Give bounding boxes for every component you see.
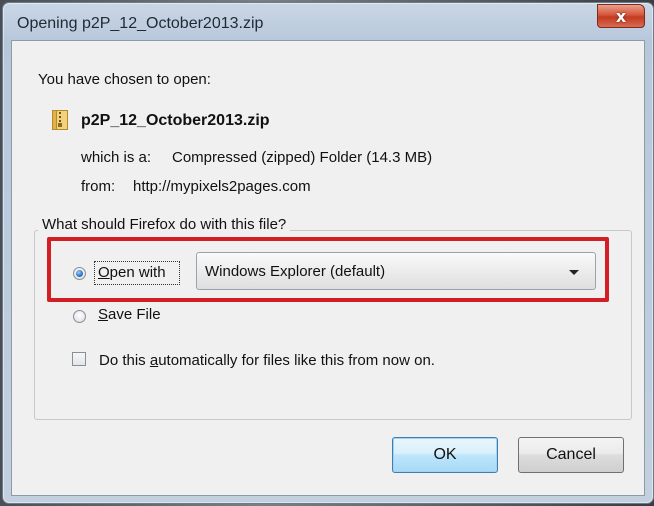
annotation-highlight-box	[47, 237, 609, 302]
save-file-radio[interactable]	[73, 310, 86, 323]
file-type-value: Compressed (zipped) Folder (14.3 MB)	[172, 149, 433, 166]
save-file-accel: S	[98, 306, 109, 323]
auto-action-checkbox[interactable]	[72, 352, 86, 366]
file-type-label: which is a:	[81, 149, 152, 166]
source-label: from:	[81, 178, 116, 195]
action-group-legend: What should Firefox do with this file?	[38, 216, 291, 233]
ok-button[interactable]: OK	[392, 437, 498, 473]
close-icon: x	[615, 6, 627, 26]
auto-action-label-after: utomatically for files like this from no…	[158, 352, 435, 369]
source-url: http://mypixels2pages.com	[133, 178, 311, 195]
auto-action-accel: a	[149, 352, 159, 369]
window-title: Opening p2P_12_October2013.zip	[17, 15, 264, 32]
auto-action-label-before: Do this	[99, 352, 150, 369]
save-file-label-rest: ave File	[108, 306, 161, 323]
auto-action-label[interactable]: Do this automatically for files like thi…	[99, 352, 435, 369]
save-file-label[interactable]: Save File	[98, 306, 161, 323]
cancel-button[interactable]: Cancel	[518, 437, 624, 473]
intro-text: You have chosen to open:	[38, 71, 211, 88]
file-name: p2P_12_October2013.zip	[81, 112, 270, 129]
zip-folder-icon	[52, 110, 68, 130]
close-button[interactable]: x	[597, 4, 645, 28]
title-bar[interactable]: Opening p2P_12_October2013.zip x	[3, 3, 653, 41]
